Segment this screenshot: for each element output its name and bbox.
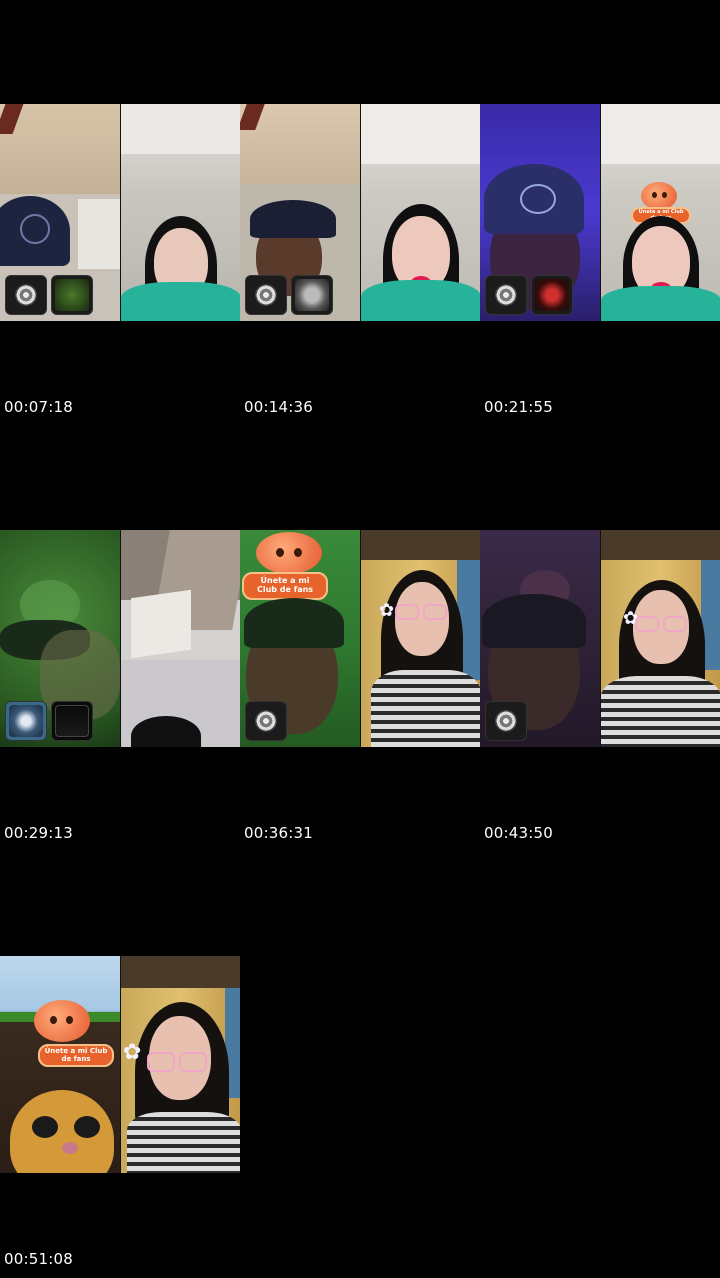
thumb-disc[interactable]	[485, 701, 527, 741]
thumb-disc[interactable]	[5, 275, 47, 315]
bandana	[482, 594, 586, 648]
thumb-avatar[interactable]	[5, 701, 47, 741]
flower-icon: ✿	[623, 608, 639, 629]
preview-tile-5[interactable]: Únete a mi Club de fans ✿	[240, 530, 480, 747]
timestamp-4: 00:29:13	[4, 824, 73, 842]
thumb-row	[5, 701, 93, 741]
mascot-icon	[256, 532, 322, 574]
preview-tile-2[interactable]	[240, 104, 480, 321]
ceiling-frame	[120, 530, 240, 747]
mascot-icon	[34, 1000, 90, 1042]
logo	[55, 705, 89, 737]
disc-icon	[495, 284, 517, 306]
man-dark-purple-frame	[480, 530, 600, 747]
glasses	[147, 1052, 175, 1072]
preview-tile-3[interactable]: Únete a mi Club de fans	[480, 104, 720, 321]
man-cap-frame	[0, 104, 120, 321]
fan-club-badge[interactable]: Únete a mi Club de fans	[38, 1044, 114, 1068]
girl-hoodie-frame	[120, 104, 240, 321]
preview-tile-7[interactable]: Únete a mi Club de fans ✿	[0, 956, 240, 1173]
fan-club-badge[interactable]: Únete a mi Club de fans	[242, 572, 328, 600]
thumb-disc[interactable]	[245, 701, 287, 741]
woman-glasses-frame: ✿	[360, 530, 480, 747]
avatar	[55, 279, 89, 311]
avatar	[535, 279, 569, 311]
timestamp-5: 00:36:31	[244, 824, 313, 842]
woman-glasses-frame: ✿	[120, 956, 240, 1173]
thumb-row	[485, 701, 527, 741]
flower-icon: ✿	[123, 1040, 142, 1065]
disc-icon	[255, 710, 277, 732]
mascot-ground-frame: Únete a mi Club de fans	[0, 956, 120, 1173]
thumb-avatar[interactable]	[291, 275, 333, 315]
woman-glasses-frame: ✿	[600, 530, 720, 747]
thumb-avatar[interactable]	[531, 275, 573, 315]
timestamp-2: 00:14:36	[244, 398, 313, 416]
man-purple-frame	[480, 104, 600, 321]
thumb-logo[interactable]	[51, 701, 93, 741]
disc-icon	[495, 710, 517, 732]
disc-icon	[15, 284, 37, 306]
thumb-avatar[interactable]	[51, 275, 93, 315]
cap	[250, 200, 336, 238]
green-blur-frame	[0, 530, 120, 747]
timestamp-1: 00:07:18	[4, 398, 73, 416]
timestamp-6: 00:43:50	[484, 824, 553, 842]
preview-tile-6[interactable]: ✿	[480, 530, 720, 747]
thumb-row	[5, 275, 93, 315]
girl-hoodie-frame: Únete a mi Club de fans	[600, 104, 720, 321]
girl-hoodie-frame	[360, 104, 480, 321]
thumb-disc[interactable]	[485, 275, 527, 315]
avatar	[9, 705, 43, 737]
glasses	[635, 616, 659, 632]
timestamp-7: 00:51:08	[4, 1250, 73, 1268]
man-green-frame: Únete a mi Club de fans	[240, 530, 360, 747]
mascot-icon	[641, 182, 677, 210]
thumb-disc[interactable]	[245, 275, 287, 315]
flower-icon: ✿	[379, 600, 395, 621]
glasses	[395, 604, 419, 620]
thumb-row	[245, 701, 287, 741]
bandana	[244, 598, 344, 648]
thumb-row	[245, 275, 333, 315]
avatar	[295, 279, 329, 311]
timestamp-3: 00:21:55	[484, 398, 553, 416]
thumb-row	[485, 275, 573, 315]
preview-tile-1[interactable]	[0, 104, 240, 321]
preview-tile-4[interactable]	[0, 530, 240, 747]
disc-icon	[255, 284, 277, 306]
man-cap-frame	[240, 104, 360, 321]
